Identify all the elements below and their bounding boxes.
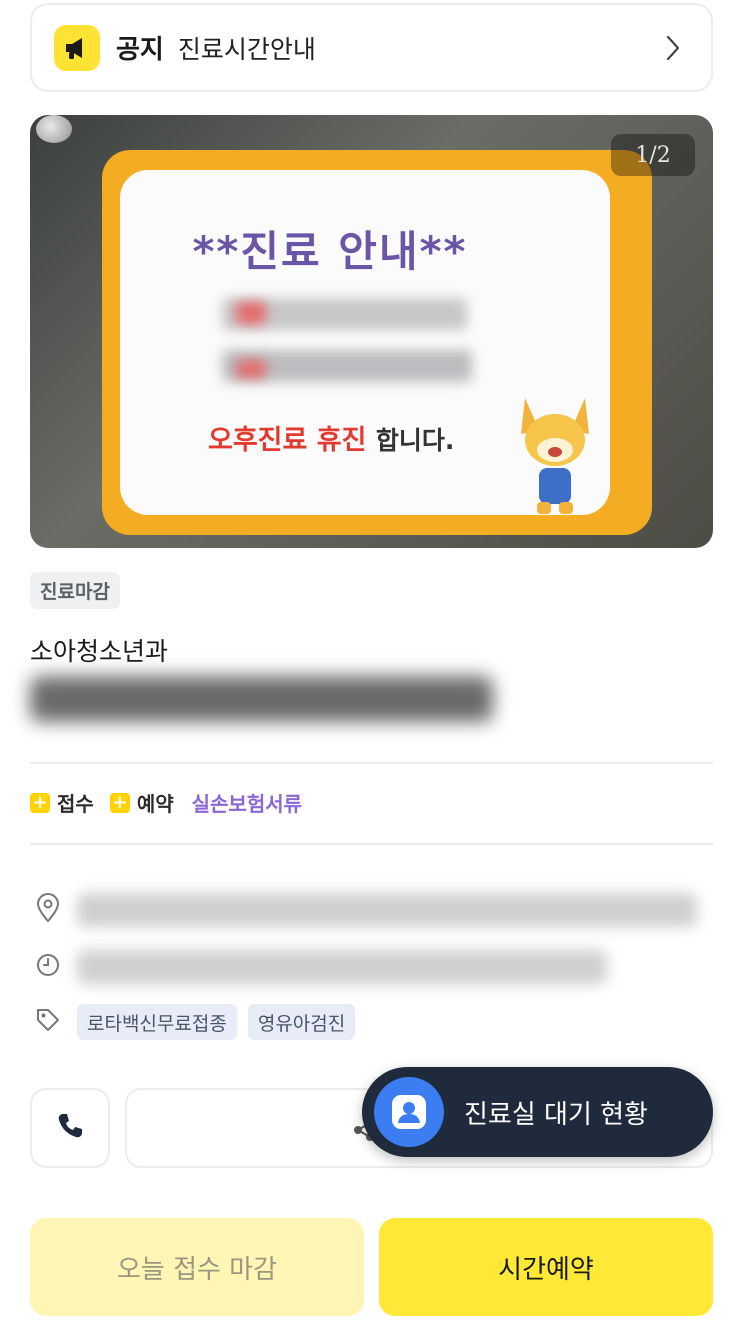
closed-reception-button[interactable]: 오늘 접수 마감 <box>30 1218 364 1316</box>
notice-sign-photo: **진료 안내** 오후진료 휴진 합니다. <box>102 150 652 535</box>
insurance-docs-link[interactable]: 실손보험서류 <box>192 788 302 817</box>
status-badge: 진료마감 <box>30 572 120 609</box>
pushpin-graphic <box>36 115 72 143</box>
phone-icon <box>54 1110 86 1146</box>
feature-row: + 접수 + 예약 실손보험서류 <box>30 788 302 817</box>
notice-tag: 공지 <box>116 35 164 65</box>
clinic-name-redacted <box>30 676 493 722</box>
tag-row: 로타백신무료접종 영유아검진 <box>35 1004 366 1040</box>
reception-label: 접수 <box>57 792 94 816</box>
sign-title: **진료 안내** <box>192 227 468 276</box>
reservation-label: 예약 <box>136 792 174 816</box>
waiting-status-label: 진료실 대기 현황 <box>464 1099 648 1130</box>
user-avatar-icon <box>374 1077 444 1147</box>
clinic-photo-carousel[interactable]: **진료 안내** 오후진료 휴진 합니다. 1/2 <box>30 115 713 548</box>
megaphone-icon <box>54 24 100 71</box>
notice-bar[interactable]: 공지 진료시간안내 <box>30 3 713 92</box>
sign-suffix: 합니다. <box>375 426 455 455</box>
call-button[interactable] <box>30 1088 110 1168</box>
tag-chip[interactable]: 로타백신무료접종 <box>77 1004 237 1040</box>
hours-redacted <box>77 950 607 984</box>
image-counter: 1/2 <box>611 134 695 176</box>
reserve-button[interactable]: 시간예약 <box>379 1218 713 1316</box>
clock-icon <box>35 952 61 982</box>
divider <box>30 843 713 845</box>
waiting-status-button[interactable]: 진료실 대기 현황 <box>362 1067 713 1157</box>
address-row[interactable] <box>35 893 697 927</box>
sign-highlight: 오후진료 휴진 <box>208 425 367 456</box>
redacted-text <box>236 360 266 378</box>
fox-character-illustration <box>515 390 595 524</box>
sign-message: 오후진료 휴진 합니다. <box>208 418 454 457</box>
address-redacted <box>77 893 697 927</box>
tag-chip[interactable]: 영유아검진 <box>247 1004 356 1040</box>
chevron-right-icon <box>665 33 681 67</box>
plus-icon: + <box>109 792 130 813</box>
divider <box>30 762 713 764</box>
redacted-text <box>236 302 266 324</box>
location-pin-icon <box>35 893 61 927</box>
plus-icon: + <box>30 792 50 813</box>
notice-text: 진료시간안내 <box>177 34 316 64</box>
hours-row[interactable] <box>35 950 607 984</box>
clinic-subject: 소아청소년과 <box>30 637 169 666</box>
tag-icon <box>35 1007 61 1037</box>
